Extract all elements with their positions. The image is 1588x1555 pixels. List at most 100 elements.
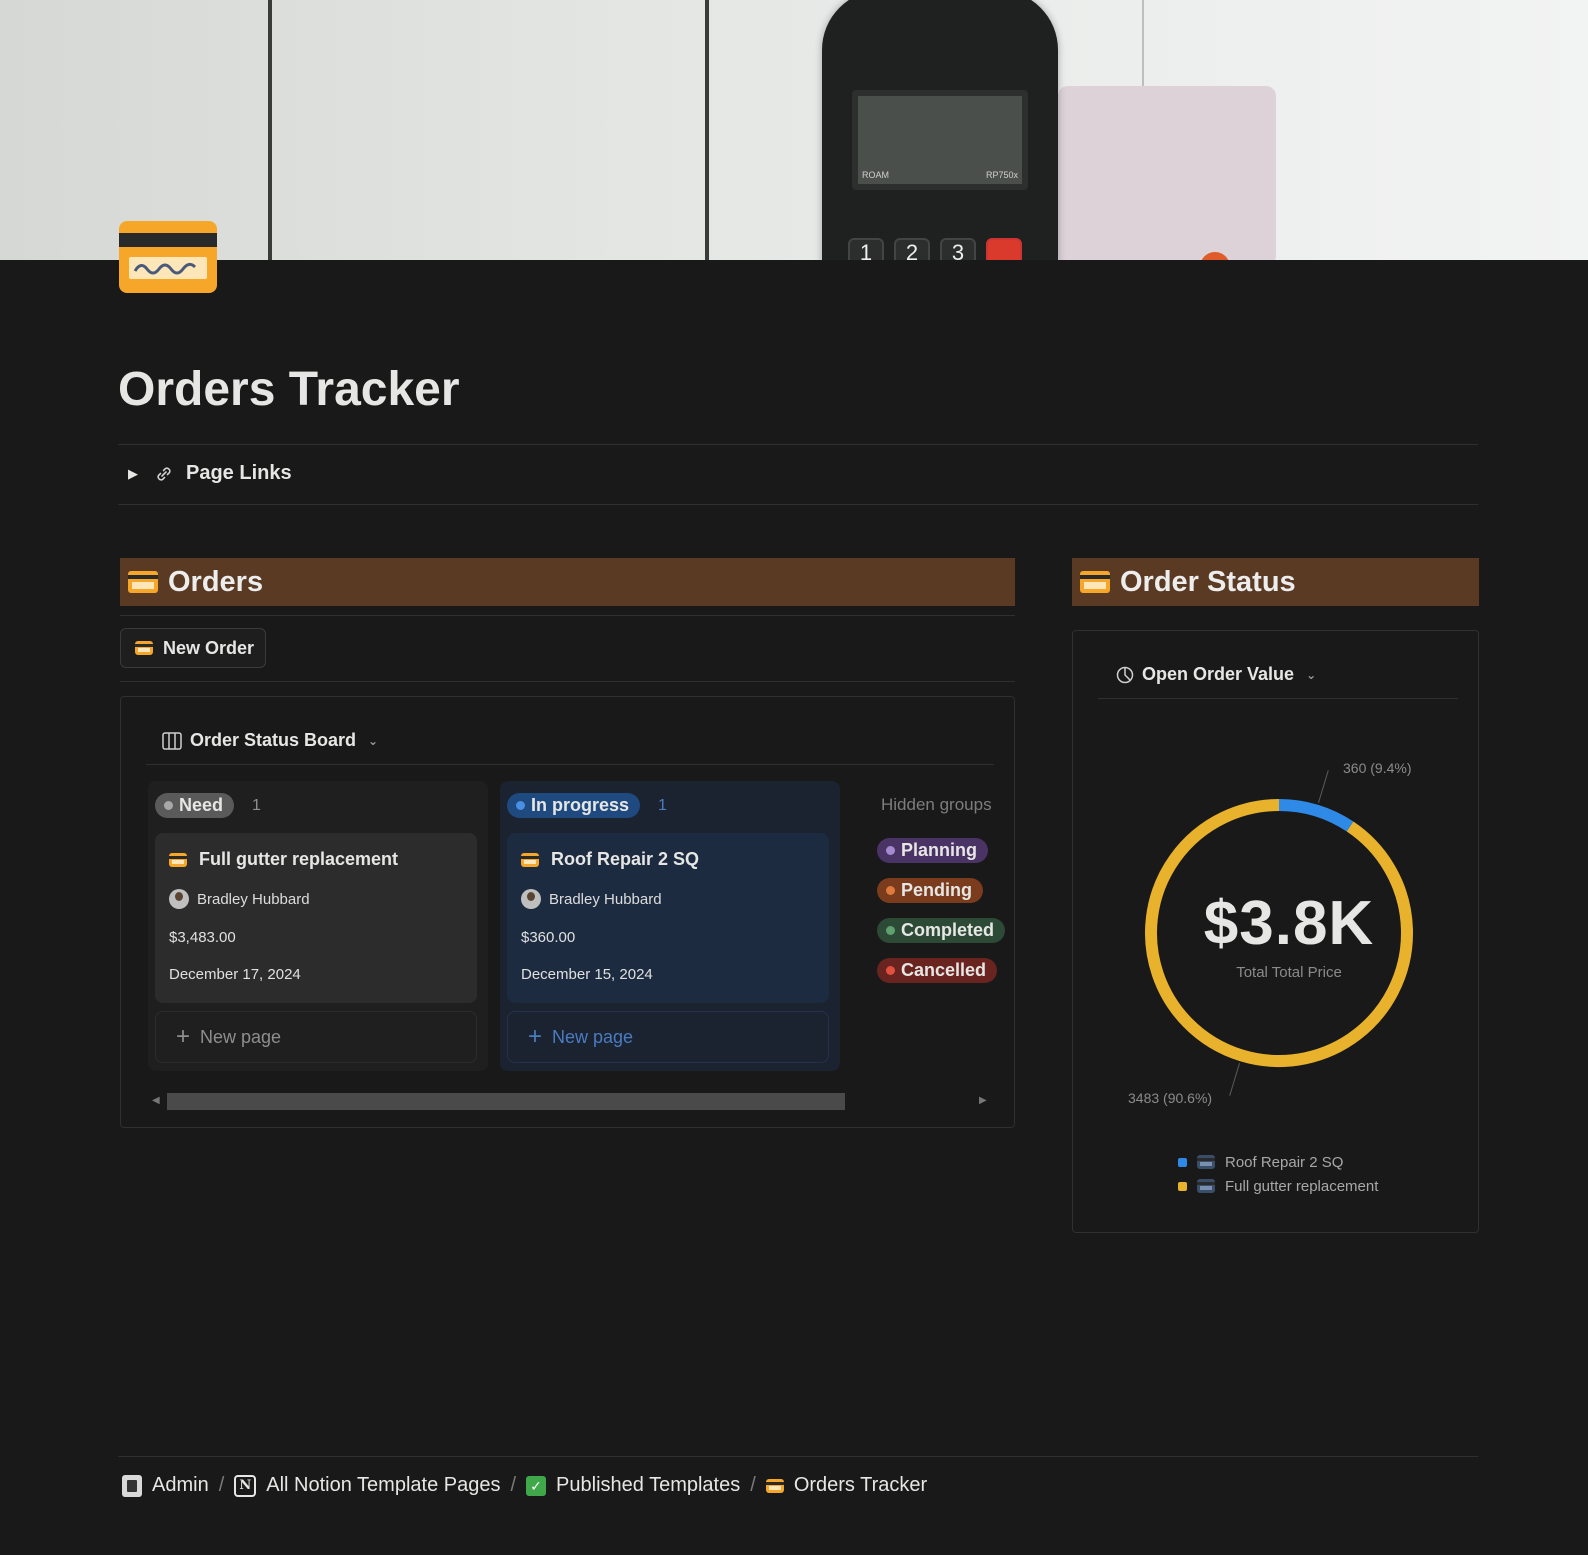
hidden-group-label: Planning	[901, 840, 977, 860]
orders-heading-text: Orders	[168, 565, 264, 598]
credit-card-icon	[169, 852, 187, 867]
hidden-group-completed[interactable]: Completed	[877, 918, 1006, 943]
card-title: Roof Repair 2 SQ	[521, 849, 699, 870]
breadcrumb-label: Admin	[152, 1474, 209, 1496]
pie-chart-icon	[1116, 666, 1134, 683]
hidden-groups-label: Hidden groups	[881, 795, 992, 814]
leader-line	[1229, 1063, 1241, 1096]
chart-total-value: $3.8K	[1203, 889, 1375, 958]
credit-card-page-icon[interactable]	[119, 221, 217, 293]
breadcrumb: Admin / N All Notion Template Pages / ✓ …	[122, 1474, 927, 1497]
page-links-toggle[interactable]: ▶ Page Links	[128, 462, 292, 485]
person-name: Bradley Hubbard	[197, 890, 310, 908]
status-label: In progress	[531, 795, 630, 815]
page-title: Orders Tracker	[118, 363, 460, 416]
credit-card-icon	[1080, 571, 1110, 593]
card-price: $360.00	[521, 929, 576, 946]
card-date: December 17, 2024	[169, 966, 301, 983]
horizontal-scrollbar[interactable]	[167, 1093, 845, 1110]
new-page-label: New page	[200, 1026, 282, 1047]
divider	[1098, 698, 1458, 699]
cover-plank	[705, 0, 709, 260]
legend-swatch	[1178, 1181, 1187, 1191]
breadcrumb-item-admin[interactable]: Admin	[122, 1474, 209, 1497]
hidden-group-label: Completed	[901, 920, 995, 940]
column-header: Need 1	[155, 793, 261, 818]
breadcrumb-label: Orders Tracker	[793, 1474, 928, 1496]
orders-heading: Orders	[120, 558, 1015, 606]
new-order-button[interactable]: New Order	[120, 628, 266, 668]
card-person: Bradley Hubbard	[521, 889, 662, 909]
view-tab-open-order-value[interactable]: Open Order Value ⌄	[1116, 664, 1316, 685]
breadcrumb-label: All Notion Template Pages	[266, 1474, 501, 1496]
legend-item[interactable]: Full gutter replacement	[1178, 1174, 1378, 1198]
terminal-brand: ROAM	[862, 170, 889, 180]
legend-label: Full gutter replacement	[1225, 1177, 1379, 1195]
new-page-button[interactable]: + New page	[155, 1011, 477, 1063]
status-dot	[516, 801, 525, 810]
terminal-keys: 1 2 3	[848, 238, 1022, 260]
breadcrumb-item-orders-tracker[interactable]: Orders Tracker	[765, 1474, 928, 1497]
hidden-group-planning[interactable]: Planning	[877, 838, 988, 863]
status-pill-need[interactable]: Need	[155, 793, 235, 818]
board-column-need: Need 1 Full gutter replacement Bradley H…	[148, 781, 488, 1071]
scroll-left-arrow[interactable]: ◀	[152, 1095, 160, 1106]
view-tab-order-status-board[interactable]: Order Status Board ⌄	[162, 730, 378, 751]
status-dot	[886, 966, 895, 975]
credit-card-icon	[1197, 1155, 1215, 1169]
credit-card-icon	[1197, 1179, 1215, 1193]
donut-slice[interactable]	[1278, 799, 1354, 832]
status-dot	[886, 926, 895, 935]
order-status-heading: Order Status	[1072, 558, 1479, 606]
breadcrumb-separator: /	[750, 1474, 756, 1496]
document-icon	[122, 1474, 142, 1497]
column-count: 1	[658, 796, 667, 814]
card-title-text: Roof Repair 2 SQ	[551, 849, 700, 869]
terminal-key: 1	[848, 238, 884, 260]
divider	[118, 1456, 1478, 1457]
chevron-down-icon[interactable]: ⌄	[1306, 668, 1316, 682]
terminal-key: 3	[940, 238, 976, 260]
divider	[118, 504, 1478, 505]
board-view-icon	[162, 731, 182, 750]
view-tab-label: Open Order Value	[1142, 664, 1295, 684]
view-tab-label: Order Status Board	[190, 730, 357, 750]
new-page-button[interactable]: + New page	[507, 1011, 829, 1063]
terminal-screen: ROAM RP750x	[852, 90, 1028, 190]
divider	[120, 615, 1015, 616]
plus-icon: +	[528, 1023, 543, 1050]
column-count: 1	[252, 796, 261, 814]
hidden-group-label: Pending	[901, 880, 972, 900]
order-card[interactable]: Full gutter replacement Bradley Hubbard …	[155, 833, 477, 1003]
person-name: Bradley Hubbard	[549, 890, 662, 908]
breadcrumb-item-published-templates[interactable]: ✓ Published Templates	[526, 1474, 740, 1497]
hidden-group-pending[interactable]: Pending	[877, 878, 983, 903]
legend-swatch	[1178, 1157, 1187, 1167]
credit-card-icon	[128, 571, 158, 593]
status-pill-in-progress[interactable]: In progress	[507, 793, 641, 818]
order-card[interactable]: Roof Repair 2 SQ Bradley Hubbard $360.00…	[507, 833, 829, 1003]
board-column-in-progress: In progress 1 Roof Repair 2 SQ Bradley H…	[500, 781, 840, 1071]
hidden-group-cancelled[interactable]: Cancelled	[877, 958, 998, 983]
card-price: $3,483.00	[169, 929, 236, 946]
slice-label-roof-repair: 360 (9.4%)	[1343, 760, 1412, 776]
card-date: December 15, 2024	[521, 966, 653, 983]
signature-squiggle-icon	[133, 262, 197, 275]
scroll-right-arrow[interactable]: ▶	[979, 1095, 987, 1106]
breadcrumb-separator: /	[218, 1474, 225, 1496]
toggle-triangle-icon[interactable]: ▶	[128, 466, 142, 482]
credit-card-icon	[135, 641, 153, 655]
breadcrumb-item-all-notion-template-pages[interactable]: N All Notion Template Pages	[234, 1474, 500, 1497]
card-person: Bradley Hubbard	[169, 889, 310, 909]
new-order-label: New Order	[163, 637, 255, 658]
chevron-down-icon[interactable]: ⌄	[368, 734, 378, 748]
slice-label-full-gutter: 3483 (90.6%)	[1128, 1090, 1213, 1106]
legend-item[interactable]: Roof Repair 2 SQ	[1178, 1150, 1378, 1174]
card-stripe	[119, 233, 217, 247]
leader-line	[1317, 770, 1329, 803]
status-label: Need	[179, 795, 224, 815]
card-title-text: Full gutter replacement	[199, 849, 399, 869]
checkmark-icon: ✓	[526, 1475, 547, 1496]
avatar	[521, 889, 541, 909]
cover-image[interactable]: ROAM RP750x 1 2 3	[0, 0, 1588, 260]
